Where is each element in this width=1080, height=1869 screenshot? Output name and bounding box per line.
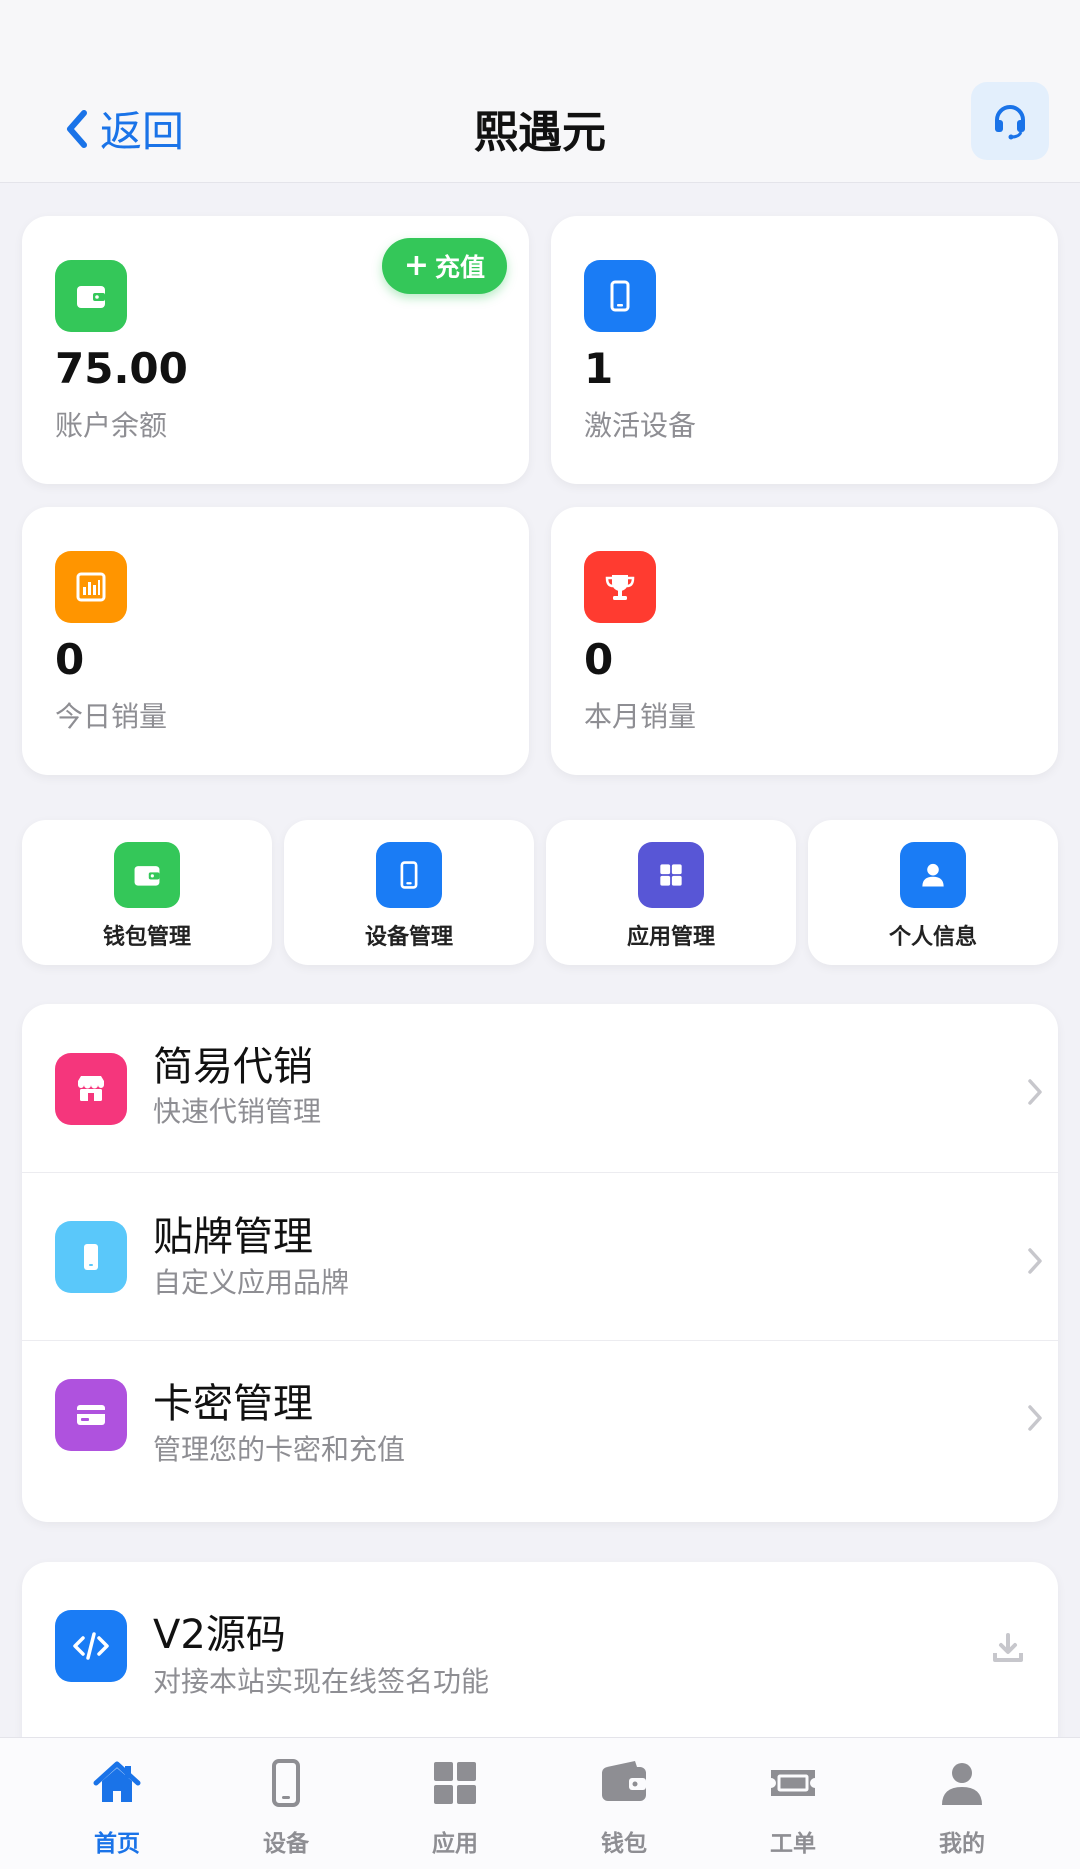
menu-subtitle: 快速代销管理 bbox=[153, 1095, 322, 1128]
month-sales-label: 本月销量 bbox=[584, 700, 697, 733]
menu-subtitle: 自定义应用品牌 bbox=[153, 1266, 350, 1299]
today-sales-value: 0 bbox=[55, 635, 85, 684]
headset-icon bbox=[995, 105, 1025, 140]
balance-card: + 充值 75.00 账户余额 bbox=[22, 216, 529, 484]
wallet-management-button[interactable]: 钱包管理 bbox=[22, 820, 272, 965]
tab-label: 应用 bbox=[432, 1831, 478, 1857]
month-sales-value: 0 bbox=[584, 635, 614, 684]
menu-title: 卡密管理 bbox=[153, 1381, 313, 1427]
chevron-right-icon bbox=[1028, 1079, 1042, 1105]
active-devices-label: 激活设备 bbox=[584, 409, 697, 442]
credit-card-icon bbox=[55, 1379, 127, 1451]
tab-label: 设备 bbox=[263, 1831, 309, 1857]
tab-label: 工单 bbox=[770, 1831, 816, 1857]
profile-label: 个人信息 bbox=[888, 925, 977, 950]
user-icon bbox=[900, 842, 966, 908]
device-management-label: 设备管理 bbox=[364, 925, 453, 950]
wallet-icon bbox=[599, 1758, 649, 1808]
home-icon bbox=[92, 1758, 142, 1808]
app-management-label: 应用管理 bbox=[626, 925, 715, 950]
phone-icon bbox=[584, 260, 656, 332]
bar-chart-icon bbox=[55, 551, 127, 623]
source-subtitle: 对接本站实现在线签名功能 bbox=[153, 1665, 490, 1698]
menu-item-card-key[interactable]: 卡密管理 管理您的卡密和充值 bbox=[22, 1341, 1058, 1522]
plus-icon: + bbox=[403, 248, 429, 283]
tab-devices[interactable]: 设备 bbox=[201, 1738, 371, 1869]
bottom-tab-bar: 首页 设备 应用 钱包 工单 我的 bbox=[0, 1737, 1080, 1869]
source-title: V2源码 bbox=[153, 1612, 286, 1658]
today-sales-card: 0 今日销量 bbox=[22, 507, 529, 775]
balance-value: 75.00 bbox=[55, 344, 188, 393]
ticket-icon bbox=[768, 1758, 818, 1808]
tab-profile[interactable]: 我的 bbox=[877, 1738, 1047, 1869]
tab-label: 首页 bbox=[94, 1831, 140, 1857]
tab-home[interactable]: 首页 bbox=[32, 1738, 202, 1869]
phone-icon bbox=[261, 1758, 311, 1808]
month-sales-card: 0 本月销量 bbox=[551, 507, 1058, 775]
feature-menu: 简易代销 快速代销管理 贴牌管理 自定义应用品牌 卡密管理 管理您的卡密和充值 bbox=[22, 1004, 1058, 1522]
active-devices-card: 1 激活设备 bbox=[551, 216, 1058, 484]
today-sales-label: 今日销量 bbox=[55, 700, 168, 733]
apps-grid-icon bbox=[430, 1758, 480, 1808]
store-icon bbox=[55, 1053, 127, 1125]
download-icon[interactable] bbox=[992, 1632, 1024, 1664]
chevron-right-icon bbox=[1028, 1248, 1042, 1274]
menu-title: 简易代销 bbox=[153, 1044, 313, 1090]
apps-grid-icon bbox=[638, 842, 704, 908]
phone-icon bbox=[376, 842, 442, 908]
menu-item-simple-resale[interactable]: 简易代销 快速代销管理 bbox=[22, 1004, 1058, 1173]
balance-label: 账户余额 bbox=[55, 409, 168, 442]
profile-button[interactable]: 个人信息 bbox=[808, 820, 1058, 965]
trophy-icon bbox=[584, 551, 656, 623]
tab-wallet[interactable]: 钱包 bbox=[539, 1738, 709, 1869]
menu-subtitle: 管理您的卡密和充值 bbox=[153, 1433, 406, 1466]
support-button[interactable] bbox=[971, 82, 1049, 160]
source-code-card[interactable]: V2源码 对接本站实现在线签名功能 bbox=[22, 1562, 1058, 1762]
recharge-label: 充值 bbox=[434, 253, 485, 282]
wallet-icon bbox=[55, 260, 127, 332]
menu-item-white-label[interactable]: 贴牌管理 自定义应用品牌 bbox=[22, 1173, 1058, 1341]
active-devices-value: 1 bbox=[584, 344, 614, 393]
tab-label: 钱包 bbox=[601, 1831, 647, 1857]
user-icon bbox=[937, 1758, 987, 1808]
code-icon bbox=[55, 1610, 127, 1682]
tab-tickets[interactable]: 工单 bbox=[708, 1738, 878, 1869]
wallet-management-label: 钱包管理 bbox=[102, 925, 191, 950]
nav-header: 返回 熙遇元 bbox=[0, 0, 1080, 183]
page-title: 熙遇元 bbox=[474, 107, 606, 158]
wallet-icon bbox=[114, 842, 180, 908]
device-management-button[interactable]: 设备管理 bbox=[284, 820, 534, 965]
phone-icon bbox=[55, 1221, 127, 1293]
recharge-button[interactable]: + 充值 bbox=[381, 238, 507, 294]
app-management-button[interactable]: 应用管理 bbox=[546, 820, 796, 965]
menu-title: 贴牌管理 bbox=[153, 1214, 313, 1260]
tab-apps[interactable]: 应用 bbox=[370, 1738, 540, 1869]
tab-label: 我的 bbox=[939, 1831, 985, 1857]
chevron-right-icon bbox=[1028, 1405, 1042, 1431]
